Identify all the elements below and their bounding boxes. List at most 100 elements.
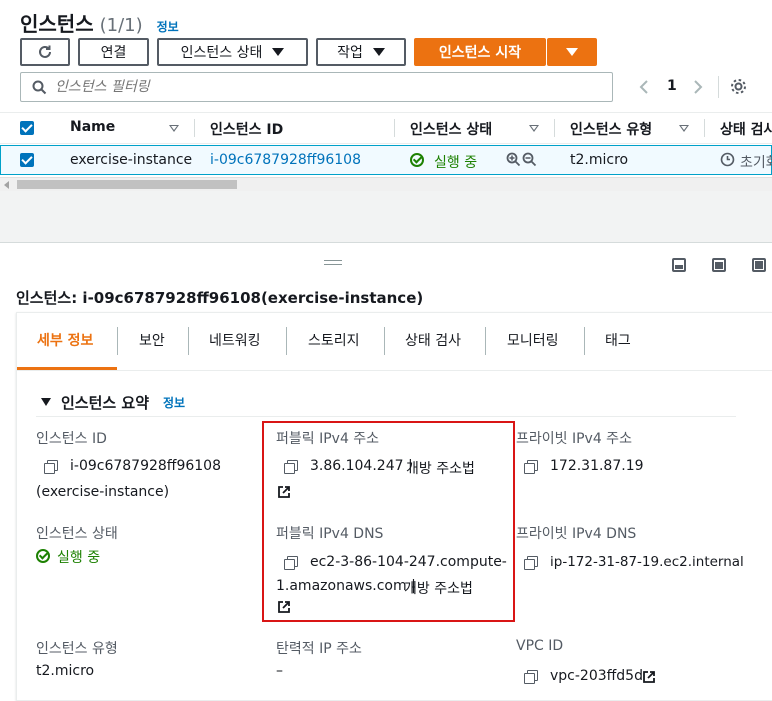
private-dns-label: 프라이빗 IPv4 DNS	[516, 526, 637, 542]
column-divider	[194, 119, 195, 137]
column-header-name[interactable]: Name	[70, 119, 115, 135]
detail-heading: 인스턴스: i-09c6787928ff96108(exercise-insta…	[16, 289, 424, 307]
instance-id-label: 인스턴스 ID	[36, 431, 107, 447]
external-link-icon[interactable]	[277, 485, 291, 499]
row-name: exercise-instance	[70, 152, 193, 168]
resize-handle[interactable]	[324, 260, 342, 265]
sort-icon[interactable]	[679, 125, 689, 132]
external-link-icon[interactable]	[277, 600, 291, 614]
running-status-icon	[410, 153, 424, 167]
tab-tags[interactable]: 태그	[605, 330, 631, 350]
column-header-status-check[interactable]: 상태 검사	[720, 119, 772, 139]
column-divider	[394, 119, 395, 137]
launch-instance-label: 인스턴스 시작	[438, 45, 522, 61]
section-title[interactable]: 인스턴스 요약	[61, 392, 149, 413]
caret-down-icon	[566, 48, 578, 56]
refresh-button[interactable]	[20, 38, 70, 66]
private-ipv4-label: 프라이빗 IPv4 주소	[516, 431, 632, 447]
instance-count: (1/1)	[99, 15, 143, 36]
search-box[interactable]	[20, 72, 613, 102]
copy-icon[interactable]	[284, 460, 298, 474]
scroll-left-icon[interactable]	[4, 181, 9, 189]
caret-down-icon	[272, 48, 285, 56]
tab-divider	[188, 327, 189, 355]
tab-details[interactable]: 세부 정보	[37, 330, 93, 350]
tab-divider	[384, 327, 385, 355]
actions-label: 작업	[337, 45, 363, 61]
row-checkbox[interactable]	[20, 153, 34, 167]
tab-networking[interactable]: 네트워킹	[209, 330, 261, 350]
settings-gear-icon[interactable]	[730, 78, 747, 95]
row-instance-state: 실행 중	[434, 155, 478, 171]
tab-status-checks[interactable]: 상태 검사	[405, 330, 461, 350]
section-info-link[interactable]: 정보	[163, 394, 185, 411]
zoom-in-icon[interactable]	[506, 152, 521, 167]
copy-icon[interactable]	[524, 460, 538, 474]
vpc-id-link[interactable]: vpc-203ffd5d	[550, 668, 643, 684]
column-header-instance-type[interactable]: 인스턴스 유형	[570, 119, 652, 139]
split-view-side-icon[interactable]	[752, 258, 766, 272]
horizontal-scrollbar[interactable]	[0, 177, 772, 191]
actions-dropdown[interactable]: 작업	[316, 38, 406, 66]
tab-divider	[485, 327, 486, 355]
sort-icon[interactable]	[169, 125, 179, 132]
row-instance-type: t2.micro	[570, 152, 629, 168]
elastic-ip-value: –	[276, 663, 283, 679]
instance-type-label: 인스턴스 유형	[36, 641, 118, 657]
public-ipv4-label: 퍼블릭 IPv4 주소	[276, 431, 380, 447]
pagination-divider	[718, 76, 719, 98]
instance-state-dropdown[interactable]: 인스턴스 상태	[157, 38, 308, 66]
row-status-check: 초기화	[740, 155, 772, 171]
launch-instance-button[interactable]: 인스턴스 시작	[414, 38, 546, 66]
search-icon	[32, 80, 47, 95]
public-dns-open-link[interactable]: 개방 주소법	[404, 578, 473, 598]
instance-state-label: 인스턴스 상태	[180, 45, 263, 61]
zoom-out-icon[interactable]	[522, 152, 537, 167]
page-number[interactable]: 1	[667, 78, 677, 94]
public-ipv4-value: 3.86.104.247 |	[310, 458, 413, 474]
sort-icon[interactable]	[529, 125, 539, 132]
table-empty-area	[0, 191, 772, 243]
split-view-bottom-icon[interactable]	[672, 258, 686, 272]
launch-dropdown-button[interactable]	[547, 38, 597, 66]
tab-divider	[117, 327, 118, 355]
select-all-checkbox[interactable]	[20, 121, 34, 135]
split-view-full-icon[interactable]	[712, 258, 726, 272]
copy-icon[interactable]	[284, 556, 298, 570]
clock-icon	[720, 152, 735, 167]
caret-down-icon	[372, 48, 385, 56]
connect-button[interactable]: 연결	[78, 38, 149, 66]
public-dns-label: 퍼블릭 IPv4 DNS	[276, 526, 384, 542]
vpc-id-label: VPC ID	[516, 638, 564, 654]
copy-icon[interactable]	[524, 556, 538, 570]
connect-label: 연결	[100, 45, 127, 61]
public-dns-line1: ec2-3-86-104-247.compute-	[310, 554, 507, 570]
instance-state-label: 인스턴스 상태	[36, 526, 118, 542]
column-header-instance-id[interactable]: 인스턴스 ID	[210, 119, 283, 139]
scrollbar-thumb[interactable]	[17, 180, 237, 189]
private-ipv4-value: 172.31.87.19	[550, 458, 644, 474]
tab-security[interactable]: 보안	[139, 330, 165, 350]
public-ipv4-open-link[interactable]: 개방 주소법	[406, 458, 475, 478]
external-link-icon[interactable]	[642, 670, 656, 684]
refresh-icon	[39, 45, 51, 58]
collapse-caret-icon[interactable]	[41, 398, 51, 406]
search-input[interactable]	[55, 77, 595, 97]
private-dns-value: ip-172-31-87-19.ec2.internal	[550, 554, 744, 570]
row-instance-id-link[interactable]: i-09c6787928ff96108	[210, 152, 361, 168]
table-header-row	[0, 112, 772, 144]
previous-page-icon[interactable]	[638, 79, 650, 95]
copy-icon[interactable]	[524, 670, 538, 684]
tab-divider	[584, 327, 585, 355]
info-link[interactable]: 정보	[157, 18, 179, 35]
column-header-instance-state[interactable]: 인스턴스 상태	[410, 119, 492, 139]
column-divider	[704, 119, 705, 137]
page-title-block: 인스턴스 (1/1) 정보	[20, 8, 179, 37]
elastic-ip-label: 탄력적 IP 주소	[276, 641, 362, 657]
copy-icon[interactable]	[44, 460, 58, 474]
tab-divider	[286, 327, 287, 355]
tab-storage[interactable]: 스토리지	[308, 330, 360, 350]
page-title: 인스턴스	[20, 12, 94, 36]
tab-monitoring[interactable]: 모니터링	[507, 330, 559, 350]
next-page-icon[interactable]	[692, 79, 704, 95]
